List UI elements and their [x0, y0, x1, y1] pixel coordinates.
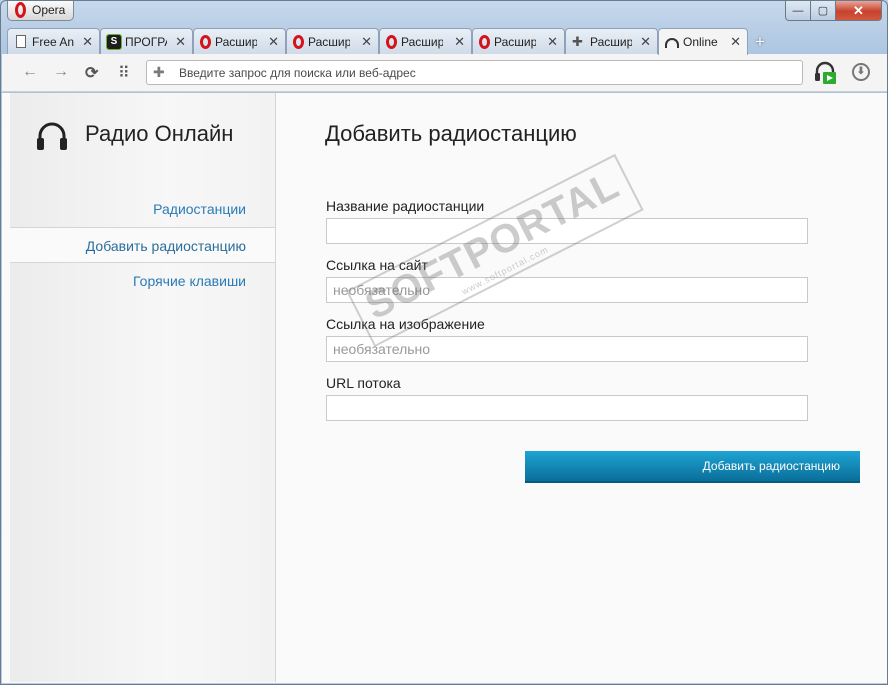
- tab-title: Расшир: [215, 34, 257, 49]
- tab-bar: Free An ✕ S ПРОГРА ✕ Расшир ✕ Расшир ✕ Р…: [7, 28, 883, 55]
- address-placeholder: Введите запрос для поиска или веб-адрес: [179, 66, 416, 80]
- tab-close-icon[interactable]: ✕: [547, 34, 558, 50]
- new-tab-button[interactable]: +: [755, 32, 765, 52]
- page-content: Радио Онлайн Радиостанции Добавить радио…: [2, 93, 887, 683]
- image-link-input[interactable]: [326, 336, 808, 362]
- tab-close-icon[interactable]: ✕: [175, 34, 186, 50]
- opera-icon: [293, 34, 304, 49]
- maximize-button[interactable]: ▢: [810, 1, 836, 21]
- tab-title: Free An: [32, 34, 74, 49]
- opera-logo-icon: [15, 2, 26, 18]
- station-name-label: Название радиостанции: [326, 198, 485, 214]
- tab-extensions-2[interactable]: Расшир ✕: [286, 28, 379, 54]
- opera-icon: [386, 34, 397, 49]
- tab-close-icon[interactable]: ✕: [268, 34, 279, 50]
- tab-programs[interactable]: S ПРОГРА ✕: [100, 28, 193, 54]
- sidebar: Радио Онлайн Радиостанции Добавить радио…: [10, 93, 276, 682]
- close-window-button[interactable]: ✕: [835, 1, 882, 21]
- app-title: Радио Онлайн: [85, 121, 234, 146]
- tab-close-icon[interactable]: ✕: [82, 34, 93, 50]
- sidebar-item-hotkeys[interactable]: Горячие клавиши: [10, 263, 275, 299]
- opera-icon: [200, 34, 211, 49]
- tab-extensions-4[interactable]: Расшир ✕: [472, 28, 565, 54]
- tab-title: Расшир: [308, 34, 350, 49]
- download-icon[interactable]: ⬇: [852, 63, 870, 81]
- headphones-logo-icon: [37, 122, 67, 150]
- tab-free-an[interactable]: Free An ✕: [7, 28, 100, 54]
- softportal-s-icon: S: [106, 33, 122, 50]
- stream-url-label: URL потока: [326, 375, 401, 391]
- minimize-button[interactable]: —: [785, 1, 811, 21]
- tab-close-icon[interactable]: ✕: [454, 34, 465, 50]
- tab-online-radio[interactable]: Online ✕: [658, 28, 748, 55]
- opera-menu-label: Opera: [32, 3, 66, 17]
- radio-extension-icon[interactable]: [814, 61, 836, 85]
- tab-extensions-5[interactable]: ✚ Расшир ✕: [565, 28, 658, 54]
- browser-toolbar: ← → ⟳ ⠿ ✚ Введите запрос для поиска или …: [2, 54, 887, 92]
- opera-menu-button[interactable]: Opera: [7, 1, 75, 21]
- headphones-icon: [665, 38, 679, 48]
- tab-extensions-3[interactable]: Расшир ✕: [379, 28, 472, 54]
- tab-title: Расшир: [494, 34, 536, 49]
- tab-extensions-1[interactable]: Расшир ✕: [193, 28, 286, 54]
- reload-icon[interactable]: ⟳: [85, 63, 98, 83]
- add-station-button[interactable]: Добавить радиостанцию: [525, 451, 860, 483]
- extension-puzzle-icon: ✚: [153, 64, 165, 80]
- tab-close-icon[interactable]: ✕: [730, 34, 741, 50]
- tab-title: ПРОГРА: [125, 34, 167, 49]
- sidebar-item-stations[interactable]: Радиостанции: [10, 191, 275, 227]
- stream-url-input[interactable]: [326, 395, 808, 421]
- tab-close-icon[interactable]: ✕: [640, 34, 651, 50]
- speed-dial-icon[interactable]: ⠿: [118, 63, 130, 83]
- page-title: Добавить радиостанцию: [325, 121, 577, 146]
- document-icon: [16, 35, 26, 48]
- puzzle-icon: ✚: [572, 33, 583, 49]
- tab-title: Online: [683, 35, 718, 49]
- tab-title: Расшир: [590, 34, 632, 49]
- browser-window: Opera — ▢ ✕ Free An ✕ S ПРОГРА ✕ Расшир …: [0, 0, 888, 685]
- sidebar-item-add-station[interactable]: Добавить радиостанцию: [10, 227, 275, 263]
- tab-close-icon[interactable]: ✕: [361, 34, 372, 50]
- address-bar[interactable]: ✚ Введите запрос для поиска или веб-адре…: [146, 60, 803, 85]
- tab-title: Расшир: [401, 34, 443, 49]
- back-arrow-icon[interactable]: ←: [22, 63, 38, 81]
- opera-icon: [479, 34, 490, 49]
- forward-arrow-icon[interactable]: →: [53, 63, 69, 81]
